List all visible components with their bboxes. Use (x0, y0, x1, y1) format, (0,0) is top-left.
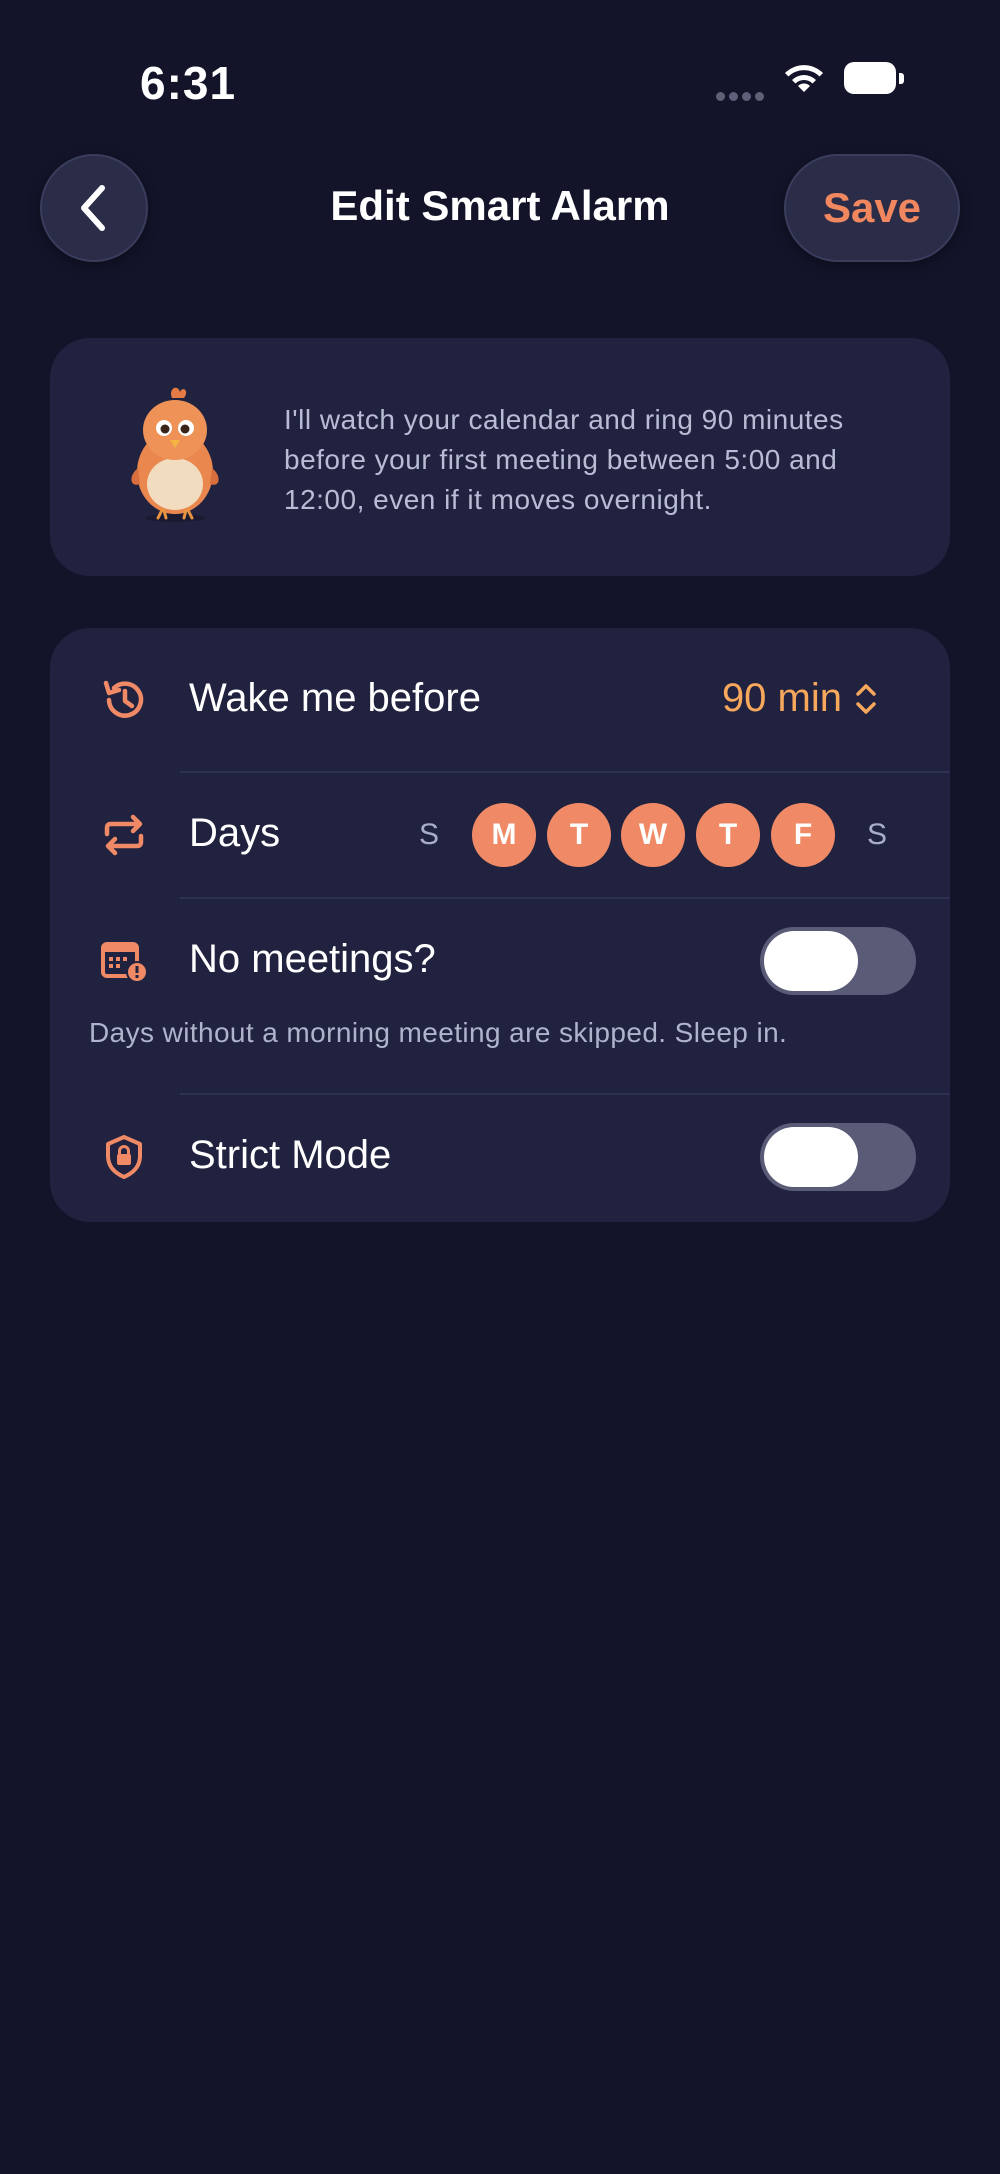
day-thursday[interactable]: T (696, 803, 760, 867)
day-tuesday[interactable]: T (547, 803, 611, 867)
battery-icon (844, 62, 904, 96)
bird-mascot-icon (131, 387, 219, 522)
status-time: 6:31 (140, 57, 237, 109)
day-wednesday[interactable]: W (621, 803, 685, 867)
wifi-icon (785, 65, 823, 92)
save-button[interactable]: Save (784, 154, 960, 262)
no-meetings-toggle[interactable] (760, 927, 916, 995)
day-sunday[interactable]: S (397, 803, 461, 867)
shield-lock-icon (100, 1133, 148, 1181)
wake-before-value: 90 min (721, 676, 842, 720)
calendar-alert-icon (100, 937, 148, 985)
day-monday[interactable]: M (472, 803, 536, 867)
days-row: Days S M T W T F S (50, 773, 950, 897)
cellular-signal-icon (716, 88, 768, 101)
chevron-up-down-icon (856, 683, 876, 714)
mascot-info-card: I'll watch your calendar and ring 90 min… (50, 338, 950, 576)
no-meetings-label: No meetings? (189, 937, 436, 981)
day-friday[interactable]: F (771, 803, 835, 867)
strict-mode-row: Strict Mode (50, 1095, 950, 1222)
day-saturday[interactable]: S (845, 803, 909, 867)
no-meetings-row: No meetings? Days without a morning meet… (50, 899, 950, 1093)
days-label: Days (189, 811, 281, 855)
wake-before-label: Wake me before (189, 676, 481, 720)
wake-before-picker[interactable]: 90 min (722, 676, 878, 721)
toggle-knob (764, 1127, 858, 1187)
repeat-icon (100, 811, 148, 859)
alarm-settings-card: Wake me before 90 min Days S M T W T F S (50, 628, 950, 1222)
mascot-message: I'll watch your calendar and ring 90 min… (284, 404, 844, 515)
status-bar: 6:31 (0, 0, 1000, 160)
toggle-knob (764, 931, 858, 991)
history-clock-icon (100, 676, 148, 724)
strict-mode-label: Strict Mode (189, 1133, 392, 1177)
no-meetings-helper: Days without a morning meeting are skipp… (89, 1017, 788, 1048)
wake-before-row[interactable]: Wake me before 90 min (50, 628, 950, 772)
strict-mode-toggle[interactable] (760, 1123, 916, 1191)
